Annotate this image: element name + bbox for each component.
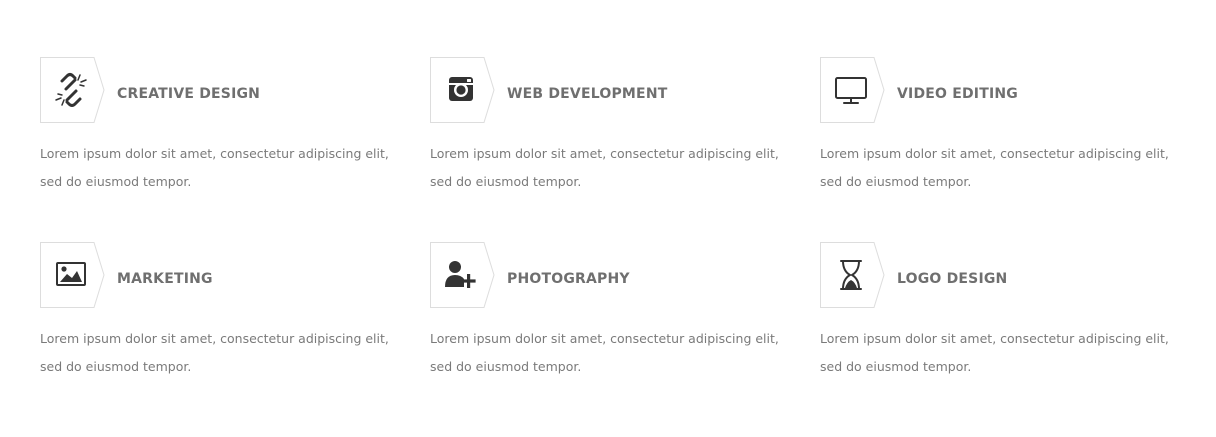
service-header: WEB DEVELOPMENT: [430, 57, 800, 123]
service-header: CREATIVE DESIGN: [40, 57, 410, 123]
service-description: Lorem ipsum dolor sit amet, consectetur …: [820, 146, 1169, 189]
add-user-icon: [445, 261, 476, 288]
service-photography: PHOTOGRAPHY Lorem ipsum dolor sit amet, …: [430, 242, 800, 381]
service-title: VIDEO EDITING: [897, 86, 1018, 102]
service-title: PHOTOGRAPHY: [507, 271, 630, 287]
service-description: Lorem ipsum dolor sit amet, consectetur …: [430, 146, 779, 189]
monitor-icon: [835, 77, 867, 104]
service-description: Lorem ipsum dolor sit amet, consectetur …: [40, 146, 389, 189]
broken-link-icon: [55, 73, 87, 107]
hourglass-icon: [840, 260, 862, 290]
service-description: Lorem ipsum dolor sit amet, consectetur …: [820, 331, 1169, 374]
icon-frame: [430, 242, 496, 308]
icon-frame: [430, 57, 496, 123]
service-description: Lorem ipsum dolor sit amet, consectetur …: [430, 331, 779, 374]
service-video-editing: VIDEO EDITING Lorem ipsum dolor sit amet…: [820, 57, 1190, 196]
icon-frame: [40, 242, 106, 308]
service-title: LOGO DESIGN: [897, 271, 1008, 287]
service-title: MARKETING: [117, 271, 213, 287]
service-header: MARKETING: [40, 242, 410, 308]
service-title: CREATIVE DESIGN: [117, 86, 261, 102]
service-creative-design: CREATIVE DESIGN Lorem ipsum dolor sit am…: [40, 57, 410, 196]
image-icon: [56, 262, 86, 286]
service-description: Lorem ipsum dolor sit amet, consectetur …: [40, 331, 389, 374]
service-title: WEB DEVELOPMENT: [507, 86, 668, 102]
service-web-development: WEB DEVELOPMENT Lorem ipsum dolor sit am…: [430, 57, 800, 196]
instagram-icon: [449, 77, 473, 101]
service-marketing: MARKETING Lorem ipsum dolor sit amet, co…: [40, 242, 410, 381]
service-logo-design: LOGO DESIGN Lorem ipsum dolor sit amet, …: [820, 242, 1190, 381]
service-header: LOGO DESIGN: [820, 242, 1190, 308]
service-header: VIDEO EDITING: [820, 57, 1190, 123]
icon-frame: [820, 57, 886, 123]
icon-frame: [820, 242, 886, 308]
service-header: PHOTOGRAPHY: [430, 242, 800, 308]
icon-frame: [40, 57, 106, 123]
